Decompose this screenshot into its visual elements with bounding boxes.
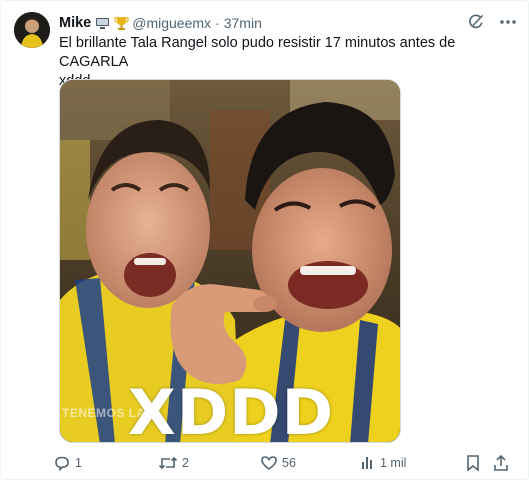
views-button[interactable]: 1 mil (360, 451, 406, 475)
like-count: 56 (282, 456, 296, 470)
reply-button[interactable]: 1 (53, 451, 82, 475)
heart-icon (260, 454, 278, 472)
media-overlay-text: XDDD (127, 376, 335, 443)
more-icon[interactable] (498, 12, 518, 32)
like-button[interactable]: 56 (260, 451, 296, 475)
bookmark-icon (465, 454, 481, 472)
reply-icon (53, 454, 71, 472)
retweet-icon (158, 454, 178, 472)
action-bar: 1 2 56 1 mil (53, 451, 513, 475)
trophy-icon (113, 15, 129, 31)
author-name[interactable]: Mike (59, 15, 91, 31)
retweet-button[interactable]: 2 (158, 451, 189, 475)
views-count: 1 mil (380, 456, 407, 470)
share-button[interactable] (493, 451, 509, 475)
tweet-card[interactable]: Mike @migueemx · 37min El brillante Tala… (0, 0, 529, 480)
share-icon (493, 454, 509, 472)
separator-dot: · (215, 15, 220, 31)
grok-icon[interactable] (466, 12, 486, 32)
views-icon (360, 455, 376, 471)
tweet-media[interactable]: TENEMOS LA XDDD (59, 79, 401, 443)
computer-icon (94, 15, 110, 31)
tweet-text-line: El brillante Tala Rangel solo pudo resis… (59, 35, 456, 70)
author-handle[interactable]: @migueemx (132, 15, 211, 31)
avatar[interactable] (14, 12, 50, 48)
reply-count: 1 (75, 456, 82, 470)
bookmark-button[interactable] (465, 451, 481, 475)
tweet-time[interactable]: 37min (224, 15, 262, 31)
retweet-count: 2 (182, 456, 189, 470)
